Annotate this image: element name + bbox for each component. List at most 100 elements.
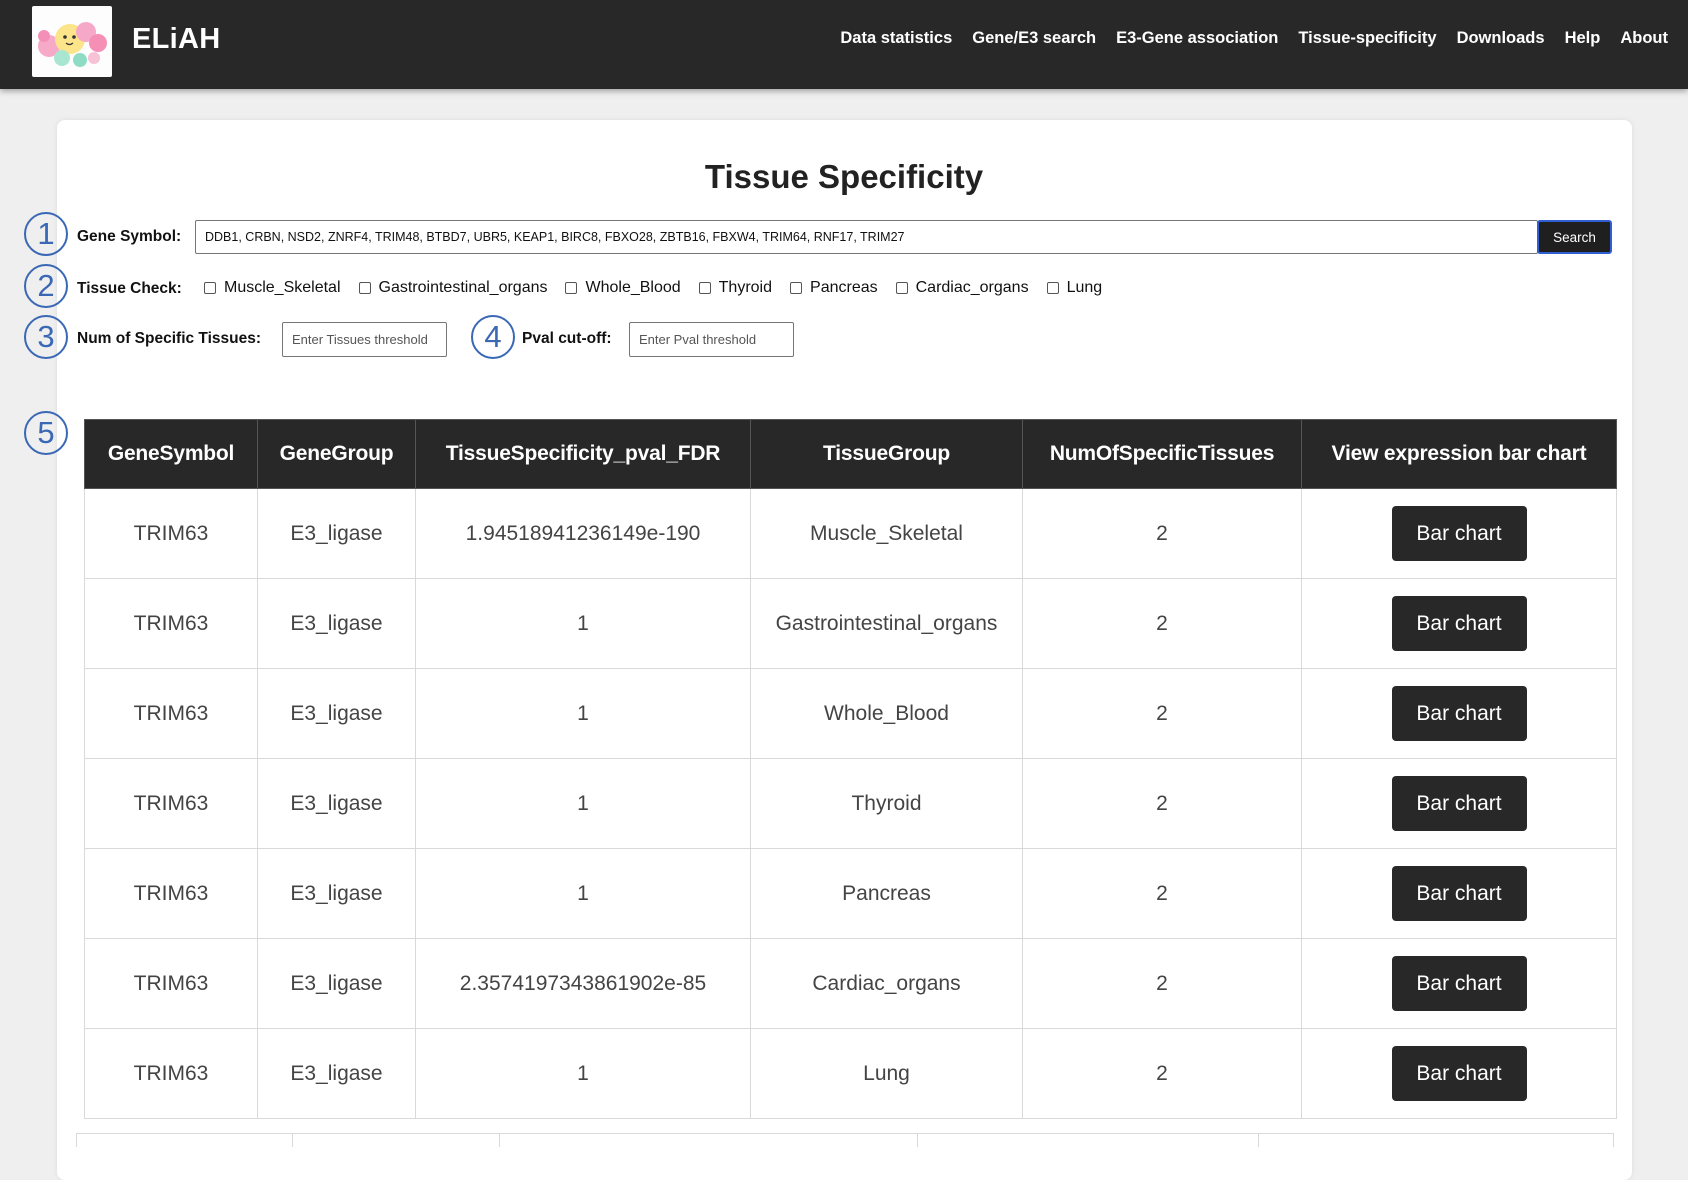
cell-gene-group: E3_ligase	[257, 758, 416, 849]
cell-gene-symbol: TRIM63	[84, 668, 258, 759]
checkbox-label: Pancreas	[810, 279, 878, 296]
nav-gene-e3-search[interactable]: Gene/E3 search	[972, 29, 1096, 48]
tissue-option-gastrointestinal-organs[interactable]: Gastrointestinal_organs	[358, 279, 548, 297]
cell-num-tissues: 2	[1022, 668, 1302, 759]
column-header-gene-group[interactable]: GeneGroup	[257, 419, 416, 489]
table-row: TRIM63 E3_ligase 1 Whole_Blood 2 Bar cha…	[84, 668, 1617, 759]
annotation-marker-3: 3	[24, 315, 68, 359]
bar-chart-button[interactable]: Bar chart	[1391, 956, 1527, 1011]
column-header-pval-fdr[interactable]: TissueSpecificity_pval_FDR	[415, 419, 751, 489]
bar-chart-button[interactable]: Bar chart	[1391, 1046, 1527, 1101]
app-logo[interactable]	[32, 6, 112, 77]
gene-symbol-label: Gene Symbol:	[77, 228, 182, 245]
cell-tissue-group: Muscle_Skeletal	[750, 488, 1023, 579]
checkbox[interactable]	[565, 282, 578, 294]
cell-gene-symbol: TRIM63	[84, 1028, 258, 1119]
cell-pval: 1	[415, 578, 751, 669]
cell-action: Bar chart	[1301, 668, 1617, 759]
cell-gene-group: E3_ligase	[257, 1028, 416, 1119]
nav-help[interactable]: Help	[1565, 29, 1601, 48]
cell-gene-group: E3_ligase	[257, 848, 416, 939]
tissue-checkbox-group: Muscle_Skeletal Gastrointestinal_organs …	[204, 279, 1120, 297]
cell-action: Bar chart	[1301, 938, 1617, 1029]
cell-num-tissues: 2	[1022, 1028, 1302, 1119]
column-header-gene-symbol[interactable]: GeneSymbol	[84, 419, 258, 489]
column-header-num-specific-tissues[interactable]: NumOfSpecificTissues	[1022, 419, 1302, 489]
nav-about[interactable]: About	[1620, 29, 1668, 48]
top-navbar: ELiAH Data statistics Gene/E3 search E3-…	[0, 0, 1688, 89]
table-header-row: GeneSymbol GeneGroup TissueSpecificity_p…	[84, 419, 1617, 489]
cell-tissue-group: Thyroid	[750, 758, 1023, 849]
checkbox-label: Gastrointestinal_organs	[378, 279, 548, 296]
checkbox[interactable]	[1046, 282, 1059, 294]
checkbox-label: Lung	[1066, 279, 1103, 296]
cell-gene-symbol: TRIM63	[84, 758, 258, 849]
checkbox-label: Cardiac_organs	[915, 279, 1029, 296]
logo-image	[38, 22, 107, 67]
results-table: GeneSymbol GeneGroup TissueSpecificity_p…	[84, 419, 1617, 1119]
cell-pval: 1	[415, 848, 751, 939]
checkbox[interactable]	[698, 282, 711, 294]
bar-chart-button[interactable]: Bar chart	[1391, 596, 1527, 651]
cell-pval: 1	[415, 758, 751, 849]
table-row: TRIM63 E3_ligase 1 Thyroid 2 Bar chart	[84, 758, 1617, 849]
checkbox[interactable]	[790, 282, 803, 294]
tissue-option-lung[interactable]: Lung	[1046, 279, 1103, 297]
cell-pval: 1	[415, 668, 751, 759]
tissue-option-muscle-skeletal[interactable]: Muscle_Skeletal	[204, 279, 341, 297]
cell-action: Bar chart	[1301, 1028, 1617, 1119]
cell-num-tissues: 2	[1022, 578, 1302, 669]
nav-menu: Data statistics Gene/E3 search E3-Gene a…	[840, 29, 1668, 48]
tissue-option-cardiac-organs[interactable]: Cardiac_organs	[895, 279, 1029, 297]
checkbox[interactable]	[895, 282, 908, 294]
cell-gene-group: E3_ligase	[257, 668, 416, 759]
cell-action: Bar chart	[1301, 758, 1617, 849]
cell-num-tissues: 2	[1022, 938, 1302, 1029]
cell-pval: 2.3574197343861902e-85	[415, 938, 751, 1029]
cell-action: Bar chart	[1301, 578, 1617, 669]
checkbox-label: Whole_Blood	[585, 279, 681, 296]
cell-tissue-group: Gastrointestinal_organs	[750, 578, 1023, 669]
cell-tissue-group: Cardiac_organs	[750, 938, 1023, 1029]
column-header-tissue-group[interactable]: TissueGroup	[750, 419, 1023, 489]
cell-num-tissues: 2	[1022, 758, 1302, 849]
cell-gene-symbol: TRIM63	[84, 938, 258, 1029]
search-button[interactable]: Search	[1537, 220, 1612, 254]
nav-downloads[interactable]: Downloads	[1457, 29, 1545, 48]
cell-gene-group: E3_ligase	[257, 578, 416, 669]
checkbox[interactable]	[204, 282, 216, 294]
pval-threshold-input[interactable]	[629, 322, 794, 357]
annotation-marker-5: 5	[24, 411, 68, 455]
cell-gene-symbol: TRIM63	[84, 848, 258, 939]
tissues-threshold-input[interactable]	[282, 322, 447, 357]
tissue-option-thyroid[interactable]: Thyroid	[698, 279, 773, 297]
tissue-option-pancreas[interactable]: Pancreas	[790, 279, 878, 297]
page-title: Tissue Specificity	[704, 158, 984, 195]
annotation-marker-1: 1	[24, 212, 68, 256]
bar-chart-button[interactable]: Bar chart	[1391, 506, 1527, 561]
bar-chart-button[interactable]: Bar chart	[1391, 776, 1527, 831]
cell-num-tissues: 2	[1022, 488, 1302, 579]
checkbox-label: Thyroid	[718, 279, 773, 296]
tissue-check-label: Tissue Check:	[77, 280, 182, 297]
tissue-option-whole-blood[interactable]: Whole_Blood	[565, 279, 681, 297]
next-table-edge	[76, 1133, 1614, 1147]
nav-tissue-specificity[interactable]: Tissue-specificity	[1298, 29, 1436, 48]
table-row: TRIM63 E3_ligase 1 Pancreas 2 Bar chart	[84, 848, 1617, 939]
gene-symbol-input[interactable]	[195, 220, 1538, 254]
cell-tissue-group: Pancreas	[750, 848, 1023, 939]
checkbox-label: Muscle_Skeletal	[224, 279, 341, 296]
brand-name[interactable]: ELiAH	[132, 23, 221, 56]
checkbox[interactable]	[358, 282, 371, 294]
nav-data-statistics[interactable]: Data statistics	[840, 29, 952, 48]
cell-gene-symbol: TRIM63	[84, 488, 258, 579]
cell-tissue-group: Whole_Blood	[750, 668, 1023, 759]
column-header-bar-chart: View expression bar chart	[1301, 419, 1617, 489]
bar-chart-button[interactable]: Bar chart	[1391, 686, 1527, 741]
cell-pval: 1	[415, 1028, 751, 1119]
nav-e3-gene-association[interactable]: E3-Gene association	[1116, 29, 1278, 48]
annotation-marker-4: 4	[471, 315, 515, 359]
table-row: TRIM63 E3_ligase 1.94518941236149e-190 M…	[84, 488, 1617, 579]
bar-chart-button[interactable]: Bar chart	[1391, 866, 1527, 921]
num-specific-tissues-label: Num of Specific Tissues:	[77, 330, 262, 347]
